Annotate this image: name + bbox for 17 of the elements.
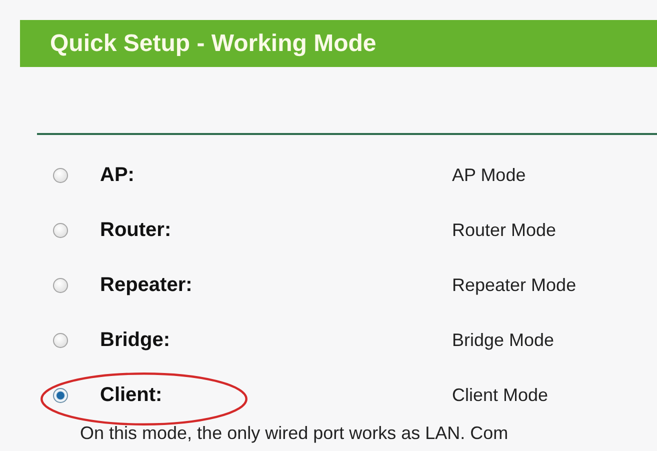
radio-button[interactable] bbox=[53, 278, 68, 293]
mode-label: Client: bbox=[100, 384, 162, 407]
mode-description: Bridge Mode bbox=[452, 330, 554, 351]
radio-button[interactable] bbox=[53, 333, 68, 348]
mode-note: On this mode, the only wired port works as LAN. Com bbox=[80, 423, 510, 443]
mode-description: Router Mode bbox=[452, 220, 556, 241]
radio-button[interactable] bbox=[53, 168, 68, 183]
mode-description: Repeater Mode bbox=[452, 275, 576, 296]
mode-label: Bridge: bbox=[100, 329, 170, 352]
mode-label: AP: bbox=[100, 164, 134, 187]
mode-label: Repeater: bbox=[100, 274, 192, 297]
radio-button[interactable] bbox=[53, 223, 68, 238]
mode-label: Router: bbox=[100, 219, 172, 242]
mode-description: Client Mode bbox=[452, 385, 548, 406]
mode-description: AP Mode bbox=[452, 165, 526, 186]
radio-button[interactable] bbox=[53, 388, 68, 403]
page-title: Quick Setup - Working Mode bbox=[50, 30, 376, 58]
